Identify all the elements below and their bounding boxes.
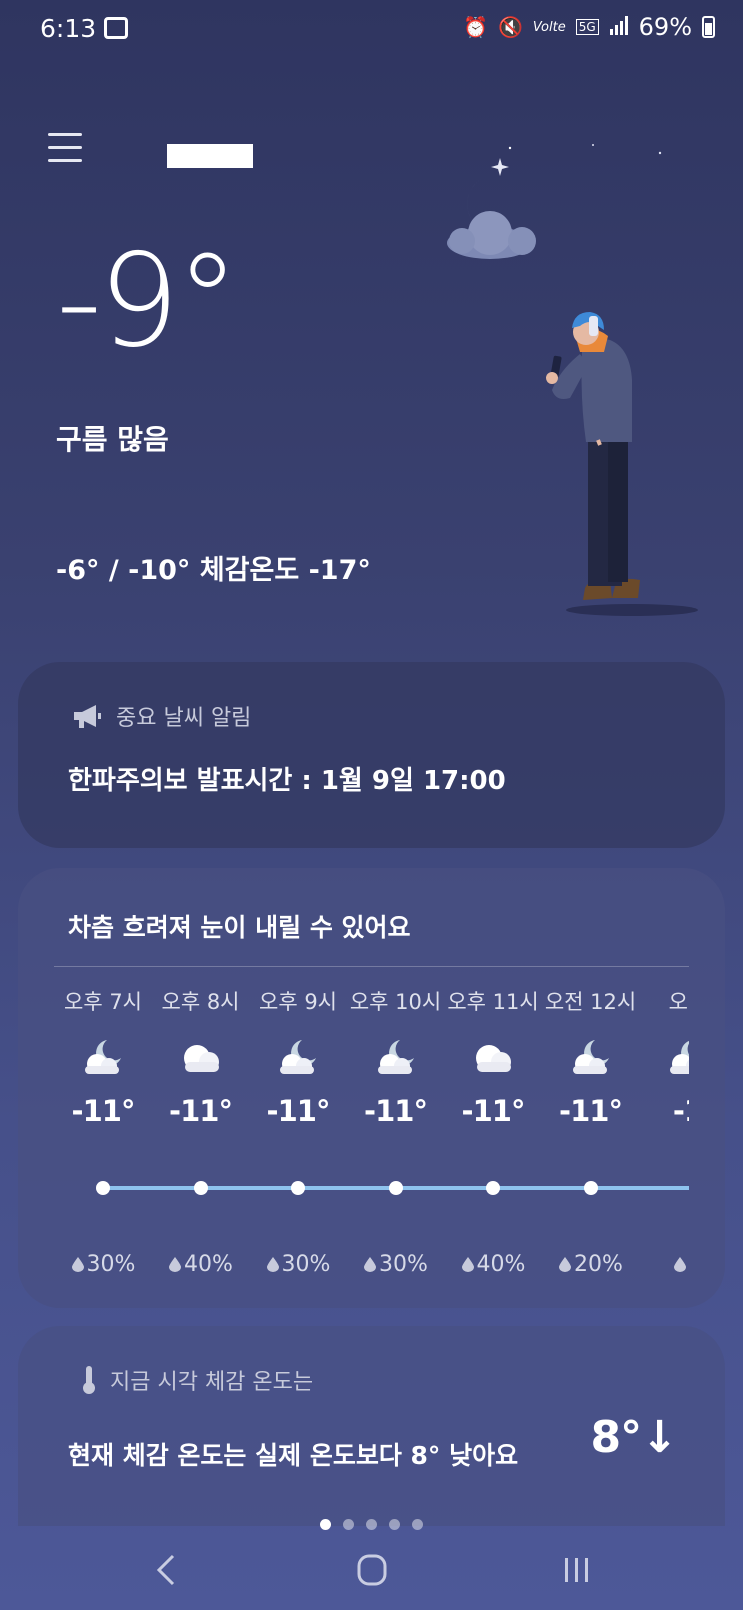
megaphone-icon bbox=[74, 705, 101, 728]
raindrop-icon bbox=[169, 1257, 182, 1272]
hour-temperature: -11° bbox=[559, 1094, 623, 1128]
moon-cloud-icon bbox=[447, 180, 536, 259]
alert-heading: 중요 날씨 알림 bbox=[116, 706, 252, 731]
signal-icon bbox=[609, 15, 629, 40]
page-dot bbox=[366, 1519, 377, 1530]
feels-like-value: 8°↓ bbox=[590, 1412, 678, 1463]
hour-precip-value: 30% bbox=[379, 1252, 428, 1277]
battery-percent: 69% bbox=[638, 13, 692, 41]
feels-like-heading: 지금 시각 체감 온도는 bbox=[110, 1370, 314, 1395]
hour-label: 오후 8시 bbox=[161, 990, 240, 1014]
weather-illustration bbox=[447, 144, 698, 616]
hamburger-menu-icon[interactable] bbox=[48, 133, 82, 163]
hour-precip-value: 30% bbox=[86, 1252, 136, 1277]
cloud-icon bbox=[471, 1038, 515, 1076]
moon-cloud-icon bbox=[276, 1038, 320, 1076]
hour-label: 오후 9시 bbox=[259, 990, 337, 1014]
cloud-icon bbox=[179, 1038, 223, 1076]
thermometer-icon bbox=[83, 1366, 95, 1394]
raindrop-icon bbox=[559, 1257, 572, 1272]
home-icon[interactable] bbox=[352, 1552, 392, 1588]
hour-precipitation: 30% bbox=[249, 1252, 347, 1277]
hour-precipitation: 30% bbox=[347, 1252, 445, 1277]
moon-cloud-icon bbox=[666, 1038, 689, 1076]
trend-point bbox=[291, 1181, 305, 1195]
hour-precip-value: 20% bbox=[574, 1252, 623, 1277]
hour-item: 오전 12시 -11° 20% bbox=[542, 986, 640, 1277]
hour-label: 오후 10시 bbox=[349, 990, 442, 1014]
hour-item: 오후 9시 -11° 30% bbox=[249, 986, 347, 1277]
hour-temperature: -11° bbox=[364, 1094, 428, 1128]
hour-item: 오후 8시 -11° 40% bbox=[152, 986, 250, 1277]
hour-temperature: -11° bbox=[169, 1094, 233, 1128]
raindrop-icon bbox=[364, 1257, 377, 1272]
person-illustration bbox=[546, 312, 698, 616]
current-temperature: -9° bbox=[56, 227, 240, 376]
navigation-bar bbox=[0, 1530, 743, 1610]
hour-precipitation: 40% bbox=[152, 1252, 250, 1277]
feels-like-message: 현재 체감 온도는 실제 온도보다 8° 낮아요 bbox=[68, 1441, 519, 1470]
trend-point bbox=[583, 1181, 598, 1195]
hour-precip-value: 40% bbox=[184, 1252, 233, 1277]
current-condition: 구름 많음 bbox=[56, 423, 169, 456]
page-dot bbox=[320, 1519, 331, 1530]
page-dot bbox=[343, 1519, 354, 1530]
hour-temperature: -11° bbox=[266, 1094, 331, 1128]
minmax-feels-like: -6° / -10° 체감온도 -17° bbox=[56, 555, 371, 586]
hour-precipitation: 20% bbox=[542, 1252, 640, 1277]
raindrop-icon bbox=[266, 1257, 279, 1272]
hour-item: 오후 11시 -11° 40% bbox=[444, 986, 542, 1277]
trend-point bbox=[388, 1181, 403, 1195]
status-icons: ⏰ 🔇 Volte 5G 69% bbox=[463, 13, 715, 41]
raindrop-icon bbox=[674, 1257, 686, 1272]
moon-cloud-icon bbox=[374, 1038, 418, 1076]
recent-apps-icon[interactable] bbox=[556, 1552, 596, 1588]
hourly-summary: 차츰 흐려져 눈이 내릴 수 있어요 bbox=[68, 913, 411, 942]
hour-precipitation: 30% bbox=[54, 1252, 152, 1277]
battery-icon bbox=[702, 16, 715, 38]
feels-like-header: 지금 시각 체감 온도는 bbox=[82, 1364, 313, 1396]
status-bar: 6:13 ⏰ 🔇 Volte 5G 69% bbox=[0, 0, 743, 58]
trend-point bbox=[193, 1181, 208, 1195]
hour-temperature: -11° bbox=[461, 1094, 526, 1128]
hour-precipitation: 40% bbox=[444, 1252, 542, 1277]
alert-message: 한파주의보 발표시간 : 1월 9일 17:00 bbox=[68, 766, 506, 796]
hour-label: 오전 bbox=[668, 990, 689, 1014]
hour-temperature: -1 bbox=[672, 1094, 689, 1128]
feels-like-card[interactable]: 지금 시각 체감 온도는 현재 체감 온도는 실제 온도보다 8° 낮아요 8°… bbox=[18, 1326, 725, 1526]
hourly-scroll[interactable]: 오후 7시 -11° 30% 오후 8시 -11° 40% 오후 9시 -11° 30% 오후 1… bbox=[54, 986, 689, 1286]
hour-label: 오후 11시 bbox=[447, 990, 539, 1014]
hour-item: 오후 7시 -11° 30% bbox=[54, 986, 152, 1277]
volte-icon: Volte bbox=[532, 19, 566, 35]
raindrop-icon bbox=[71, 1257, 84, 1272]
hourly-forecast-card[interactable]: 차츰 흐려져 눈이 내릴 수 있어요 오후 7시 -11° 30% 오후 8시 -11°… bbox=[18, 868, 725, 1308]
back-icon[interactable] bbox=[147, 1552, 187, 1588]
alarm-icon: ⏰ bbox=[463, 15, 489, 39]
status-time: 6:13 bbox=[40, 14, 97, 43]
star-icon bbox=[491, 144, 662, 176]
page-dot bbox=[389, 1519, 400, 1530]
hour-label: 오후 7시 bbox=[64, 990, 142, 1014]
moon-cloud-icon bbox=[81, 1038, 125, 1076]
divider bbox=[54, 966, 689, 967]
hour-precipitation: 2 bbox=[639, 1252, 689, 1277]
hour-temperature: -11° bbox=[71, 1094, 136, 1128]
page-dot bbox=[412, 1519, 423, 1530]
mute-icon: 🔇 bbox=[498, 15, 523, 39]
hour-item: 오전-12 bbox=[639, 986, 689, 1272]
trend-point bbox=[486, 1181, 500, 1195]
location-title[interactable] bbox=[167, 144, 253, 168]
alert-header: 중요 날씨 알림 bbox=[72, 700, 251, 732]
trend-point bbox=[96, 1181, 110, 1195]
hour-precip-value: 30% bbox=[281, 1252, 331, 1277]
weather-alert-card[interactable]: 중요 날씨 알림 한파주의보 발표시간 : 1월 9일 17:00 bbox=[18, 662, 725, 848]
hour-item: 오후 10시 -11° 30% bbox=[347, 986, 445, 1277]
gallery-notification-icon bbox=[104, 17, 128, 39]
network-type-icon: 5G bbox=[575, 19, 599, 35]
moon-cloud-icon bbox=[569, 1038, 613, 1076]
hour-precip-value: 40% bbox=[476, 1252, 526, 1277]
hour-label: 오전 12시 bbox=[544, 990, 637, 1014]
raindrop-icon bbox=[461, 1257, 474, 1272]
